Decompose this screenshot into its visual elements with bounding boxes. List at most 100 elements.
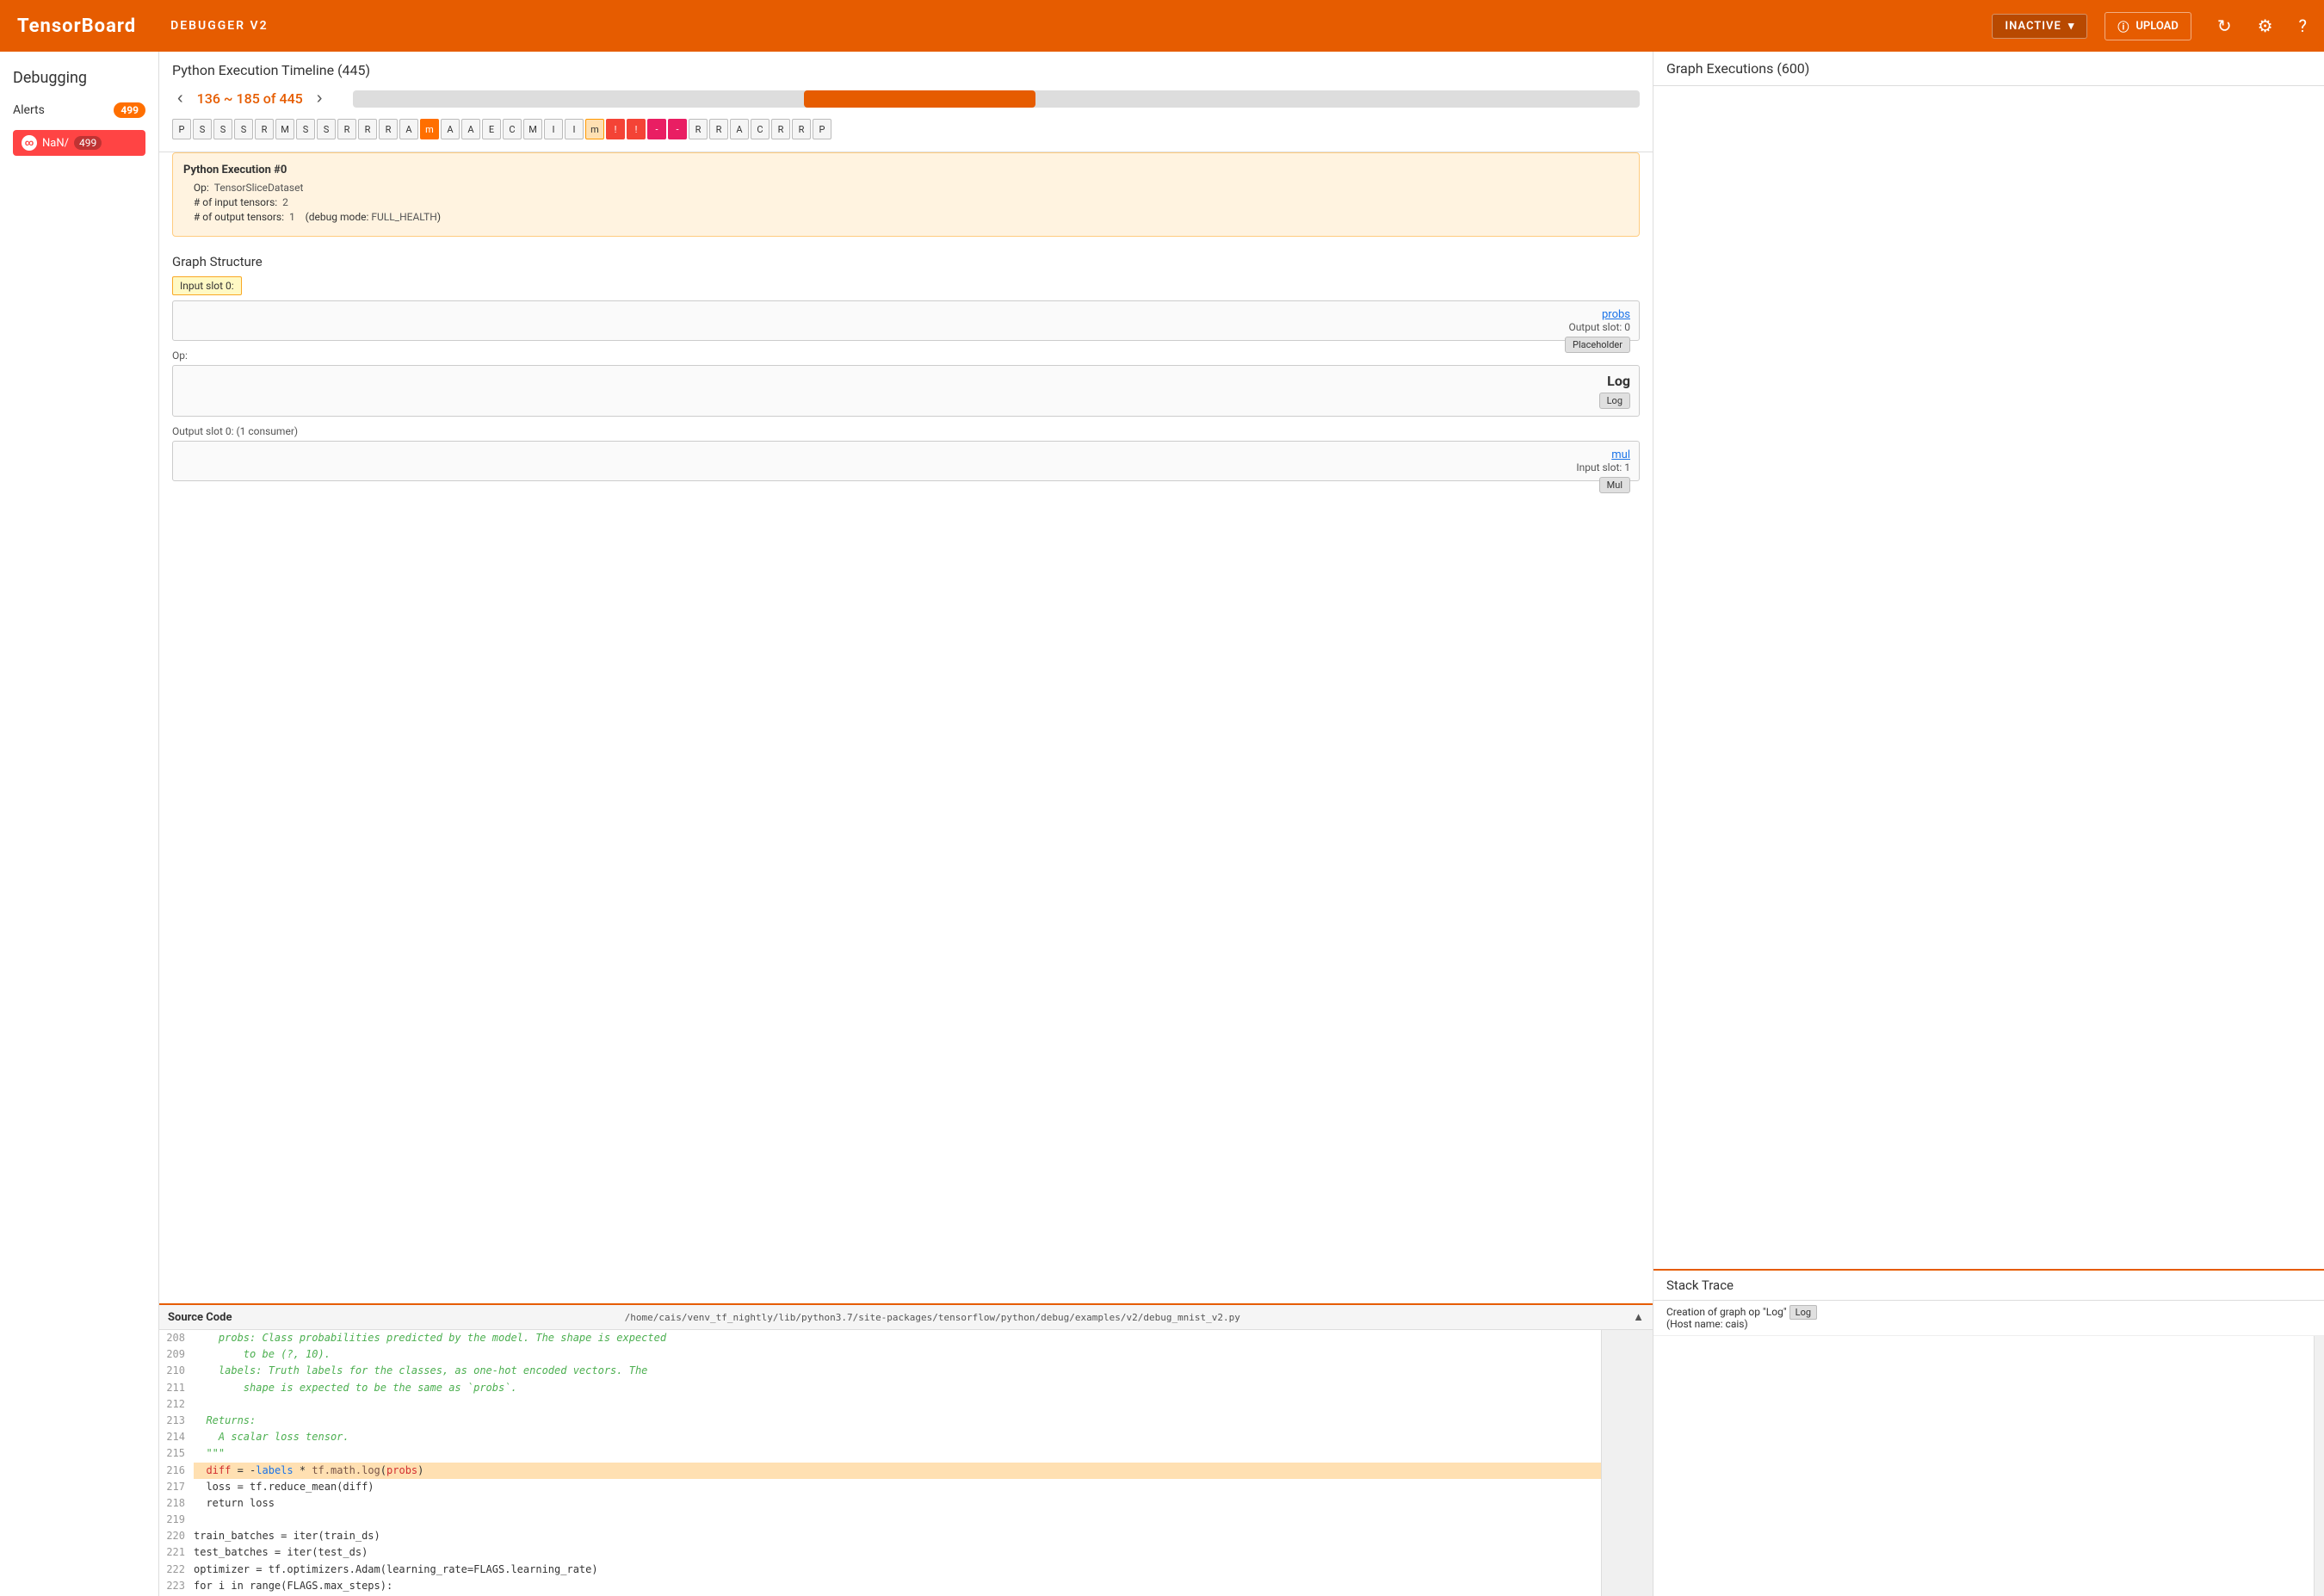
stack-trace-section: Stack Trace Creation of graph op "Log" L…: [1653, 1269, 2324, 1596]
upload-button[interactable]: ⓘ UPLOAD: [2105, 12, 2191, 40]
source-title: Source Code: [168, 1311, 232, 1324]
timeline-nav: ‹ 136 ~ 185 of 445 ›: [172, 87, 1640, 110]
timeline-char[interactable]: !: [606, 119, 625, 139]
status-selector[interactable]: INACTIVE ▾: [1992, 14, 2087, 39]
info-icon: ⓘ: [2117, 18, 2129, 34]
timeline-char[interactable]: m: [585, 119, 604, 139]
timeline-char[interactable]: -: [668, 119, 687, 139]
source-line: 222optimizer = tf.optimizers.Adam(learni…: [159, 1562, 1601, 1578]
timeline-char[interactable]: C: [503, 119, 522, 139]
timeline-char[interactable]: A: [441, 119, 460, 139]
output-slot-row: Input slot: 1: [182, 461, 1630, 473]
line-number: 219: [159, 1512, 194, 1528]
input-slot-box: probs Output slot: 0 Placeholder: [172, 300, 1640, 341]
source-line: 213 Returns:: [159, 1413, 1601, 1429]
exec-op-row: Op: TensorSliceDataset: [183, 182, 1629, 194]
timeline-section: Python Execution Timeline (445) ‹ 136 ~ …: [159, 52, 1653, 152]
line-number: 214: [159, 1429, 194, 1445]
timeline-char[interactable]: R: [689, 119, 708, 139]
source-line: 209 to be (?, 10).: [159, 1346, 1601, 1363]
timeline-char[interactable]: m: [420, 119, 439, 139]
timeline-char[interactable]: S: [317, 119, 336, 139]
timeline-char[interactable]: R: [379, 119, 398, 139]
source-line: 211 shape is expected to be the same as …: [159, 1380, 1601, 1396]
source-line: 220train_batches = iter(train_ds): [159, 1528, 1601, 1544]
timeline-char[interactable]: A: [461, 119, 480, 139]
timeline-char[interactable]: R: [358, 119, 377, 139]
ge-table-container[interactable]: [1653, 86, 2324, 1269]
source-minimap: [1601, 1330, 1653, 1596]
timeline-char[interactable]: A: [399, 119, 418, 139]
stack-scroll-area[interactable]: [1653, 1336, 2314, 1596]
source-section: Source Code /home/cais/venv_tf_nightly/l…: [159, 1303, 1653, 1596]
timeline-char[interactable]: R: [337, 119, 356, 139]
nan-chip[interactable]: ∞ NaN/ 499: [13, 130, 145, 156]
timeline-char[interactable]: R: [709, 119, 728, 139]
line-code: to be (?, 10).: [194, 1346, 1601, 1363]
center-panel: Python Execution Timeline (445) ‹ 136 ~ …: [159, 52, 1653, 1596]
source-line: 208 probs: Class probabilities predicted…: [159, 1330, 1601, 1346]
line-code: labels: Truth labels for the classes, as…: [194, 1363, 1601, 1379]
help-icon[interactable]: ?: [2299, 15, 2307, 36]
stack-creation: Creation of graph op "Log" Log (Host nam…: [1653, 1301, 2324, 1336]
line-code: optimizer = tf.optimizers.Adam(learning_…: [194, 1562, 1601, 1578]
settings-icon[interactable]: ⚙: [2258, 15, 2273, 36]
line-number: 210: [159, 1363, 194, 1379]
op-type-chip: Log: [1599, 393, 1630, 409]
timeline-char[interactable]: R: [792, 119, 811, 139]
output-slot-box: mul Input slot: 1 Mul: [172, 441, 1640, 481]
ge-title: Graph Executions (600): [1666, 60, 2311, 77]
line-number: 223: [159, 1578, 194, 1594]
line-number: 213: [159, 1413, 194, 1429]
source-line: 216 diff = -labels * tf.math.log(probs): [159, 1463, 1601, 1479]
timeline-char[interactable]: C: [751, 119, 770, 139]
timeline-char[interactable]: P: [172, 119, 191, 139]
timeline-char[interactable]: S: [193, 119, 212, 139]
nan-label: NaN/: [42, 137, 69, 150]
timeline-char[interactable]: M: [523, 119, 542, 139]
input-name[interactable]: probs: [182, 308, 1630, 321]
nav-next-button[interactable]: ›: [312, 87, 328, 110]
stack-scrollbar: [2314, 1336, 2324, 1596]
output-name[interactable]: mul: [182, 448, 1630, 461]
exec-detail-title: Python Execution #0: [183, 164, 1629, 176]
exec-output-row: # of output tensors: 1 (debug mode: FULL…: [183, 211, 1629, 223]
source-collapse-icon[interactable]: ▲: [1633, 1310, 1644, 1324]
line-code: test_batches = iter(test_ds): [194, 1544, 1601, 1561]
source-lines[interactable]: 208 probs: Class probabilities predicted…: [159, 1330, 1601, 1596]
stack-host: (Host name: cais): [1666, 1318, 1748, 1330]
infinity-icon: ∞: [22, 135, 37, 151]
line-code: diff = -labels * tf.math.log(probs): [194, 1463, 1601, 1479]
timeline-char[interactable]: S: [296, 119, 315, 139]
timeline-char[interactable]: S: [213, 119, 232, 139]
line-number: 216: [159, 1463, 194, 1479]
alerts-row[interactable]: Alerts 499: [0, 96, 158, 125]
timeline-char[interactable]: !: [627, 119, 646, 139]
stack-title: Stack Trace: [1666, 1277, 2311, 1293]
timeline-char[interactable]: R: [771, 119, 790, 139]
input-slot-row: Output slot: 0: [182, 321, 1630, 333]
line-code: for i in range(FLAGS.max_steps):: [194, 1578, 1601, 1594]
source-line: 214 A scalar loss tensor.: [159, 1429, 1601, 1445]
line-number: 217: [159, 1479, 194, 1495]
timeline-char[interactable]: E: [482, 119, 501, 139]
timeline-char[interactable]: -: [647, 119, 666, 139]
stack-header: Stack Trace: [1653, 1271, 2324, 1301]
op-label: Op:: [172, 350, 1640, 362]
timeline-char[interactable]: I: [565, 119, 584, 139]
timeline-slider-track[interactable]: [353, 90, 1640, 108]
timeline-slider-thumb[interactable]: [804, 90, 1035, 108]
source-line: 215 """: [159, 1445, 1601, 1462]
refresh-icon[interactable]: ↻: [2217, 15, 2232, 36]
timeline-char[interactable]: S: [234, 119, 253, 139]
graph-section: Graph Structure Input slot 0: probs Outp…: [159, 245, 1653, 1303]
source-body: 208 probs: Class probabilities predicted…: [159, 1330, 1653, 1596]
timeline-char[interactable]: A: [730, 119, 749, 139]
timeline-char[interactable]: I: [544, 119, 563, 139]
exec-detail: Python Execution #0 Op: TensorSliceDatas…: [172, 152, 1640, 237]
nav-prev-button[interactable]: ‹: [172, 87, 189, 110]
timeline-char[interactable]: R: [255, 119, 274, 139]
timeline-char[interactable]: M: [275, 119, 294, 139]
timeline-char[interactable]: P: [813, 119, 831, 139]
line-code: loss = tf.reduce_mean(diff): [194, 1479, 1601, 1495]
